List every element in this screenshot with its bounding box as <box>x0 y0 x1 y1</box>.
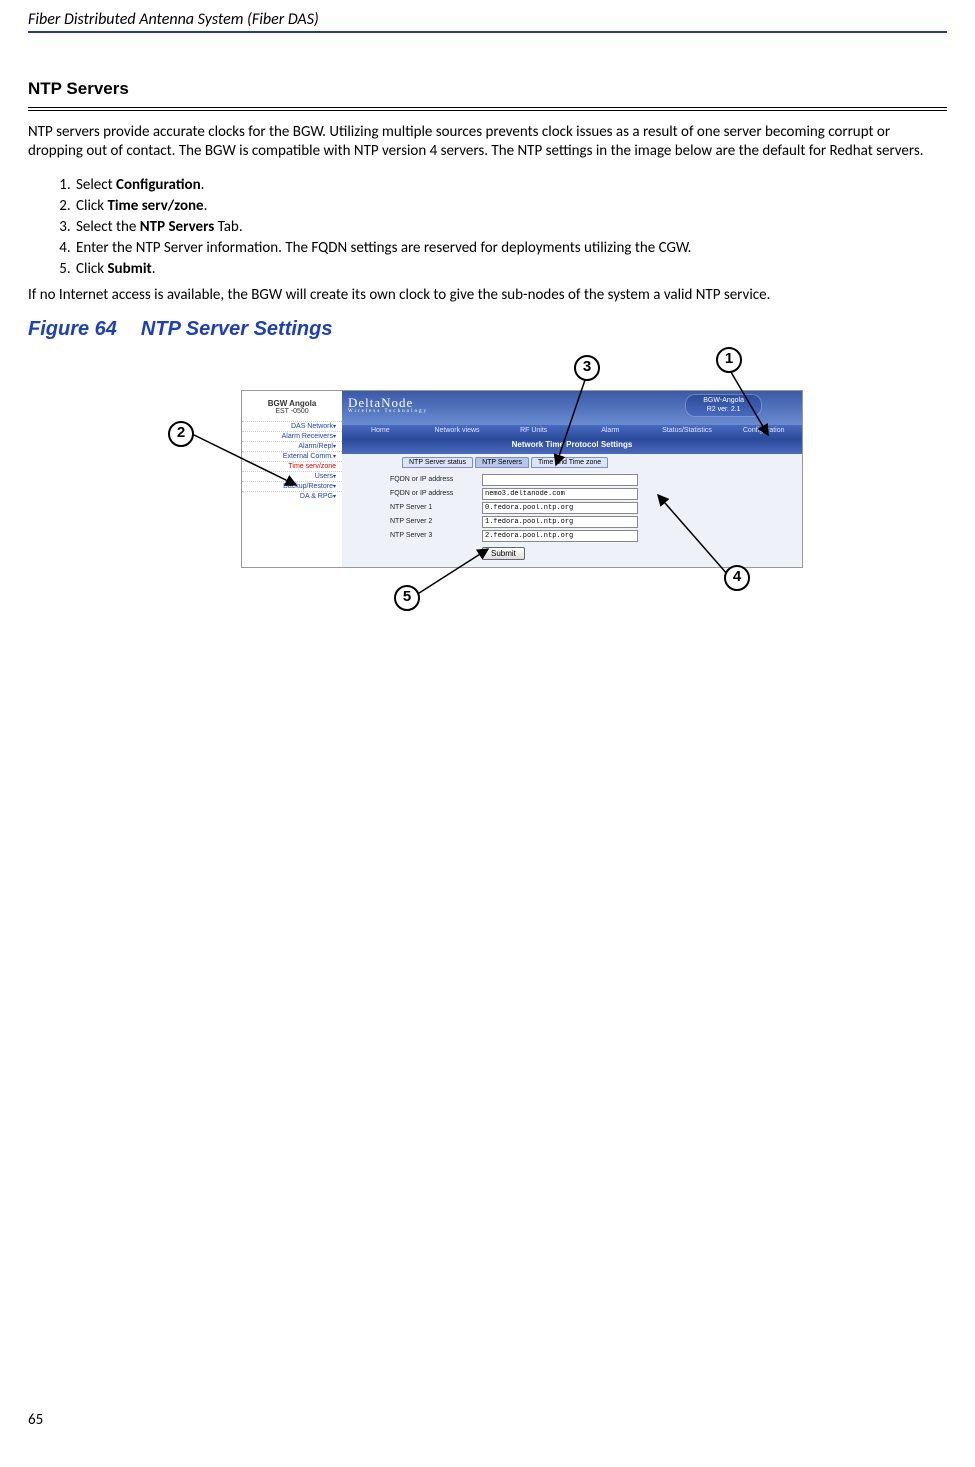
page-number: 65 <box>28 1411 43 1429</box>
logo: DeltaNode Wireless Technology <box>348 395 428 414</box>
step-1-bold: Configuration <box>116 176 201 194</box>
form-rows: FQDN or IP address FQDN or IP address NTP … <box>342 473 802 543</box>
figure-number: Figure 64 <box>28 318 117 340</box>
nav-tab[interactable]: Home <box>342 425 419 439</box>
device-title: BGW Angola <box>242 391 342 408</box>
form-row: NTP Server 2 <box>342 515 802 529</box>
step-2: Click Time serv/zone. <box>74 196 947 217</box>
steps-list: Select Configuration.Click Time serv/zon… <box>28 175 947 280</box>
form-row: FQDN or IP address <box>342 473 802 487</box>
left-menu-item[interactable]: DAS Network <box>242 421 342 431</box>
badge-top: BGW-Angola <box>703 397 744 405</box>
callout-3: 3 <box>574 355 600 381</box>
inner-tab[interactable]: NTP Servers <box>475 457 529 468</box>
form-input[interactable] <box>482 516 638 528</box>
form-input[interactable] <box>482 502 638 514</box>
nav-tab[interactable]: Alarm <box>572 425 649 439</box>
form-input[interactable] <box>482 488 638 500</box>
left-menu-item[interactable]: Alarm/Repl <box>242 441 342 451</box>
callout-4: 4 <box>724 565 750 591</box>
running-header: Fiber Distributed Antenna System (Fiber … <box>28 0 947 33</box>
chevron-down-icon <box>333 433 336 440</box>
chevron-down-icon <box>333 473 336 480</box>
main-nav: HomeNetwork viewsRF UnitsAlarmStatus/Sta… <box>342 425 802 439</box>
nav-tab[interactable]: RF Units <box>495 425 572 439</box>
step-5-bold: Submit <box>107 260 151 278</box>
form-input[interactable] <box>482 530 638 542</box>
chevron-down-icon <box>333 443 336 450</box>
callout-1: 1 <box>716 347 742 373</box>
step-4: Enter the NTP Server information. The FQ… <box>74 238 947 259</box>
screenshot-right-pane: DeltaNode Wireless Technology BGW-Angola… <box>342 391 802 567</box>
screenshot-left-pane: BGW Angola EST -0500 DAS NetworkAlarm Re… <box>242 391 342 567</box>
form-input[interactable] <box>482 474 638 486</box>
form-label: NTP Server 3 <box>390 532 482 539</box>
left-menu-item[interactable]: Alarm Receivers <box>242 431 342 441</box>
figure-caption: Figure 64 NTP Server Settings <box>28 318 947 341</box>
badge-bot: R2 ver. 2.1 <box>703 406 744 414</box>
step-5: Click Submit. <box>74 259 947 280</box>
form-row: FQDN or IP address <box>342 487 802 501</box>
left-menu-item[interactable]: Backup/Restore <box>242 481 342 491</box>
device-badge: BGW-Angola R2 ver. 2.1 <box>685 394 762 417</box>
step-1: Select Configuration. <box>74 175 947 196</box>
nav-tab[interactable]: Configuration <box>725 425 802 439</box>
logo-subtext: Wireless Technology <box>348 409 428 414</box>
after-steps-paragraph: If no Internet access is available, the … <box>28 286 947 305</box>
callout-5: 5 <box>394 585 420 611</box>
figure-64: 1 2 3 4 5 BGW Angola EST -0500 DAS Netwo… <box>148 347 878 607</box>
chevron-down-icon <box>333 453 336 460</box>
intro-paragraph: NTP servers provide accurate clocks for … <box>28 123 947 161</box>
device-tz: EST -0500 <box>242 408 342 421</box>
step-3: Select the NTP Servers Tab. <box>74 217 947 238</box>
inner-tab[interactable]: NTP Server status <box>402 457 473 468</box>
chevron-down-icon <box>333 483 336 490</box>
left-menu-item[interactable]: DA & RPG <box>242 491 342 501</box>
step-3-bold: NTP Servers <box>140 218 214 236</box>
nav-tab[interactable]: Network views <box>419 425 496 439</box>
callout-2: 2 <box>168 421 194 447</box>
figure-title: NTP Server Settings <box>141 318 333 340</box>
section-bar: Network Time Protocol Settings <box>342 439 802 454</box>
form-label: NTP Server 2 <box>390 518 482 525</box>
top-bar: DeltaNode Wireless Technology BGW-Angola… <box>342 391 802 425</box>
section-rule <box>28 107 947 111</box>
chevron-down-icon <box>333 493 336 500</box>
nav-tab[interactable]: Status/Statistics <box>649 425 726 439</box>
left-menu-item[interactable]: External Comm. <box>242 451 342 461</box>
screenshot: BGW Angola EST -0500 DAS NetworkAlarm Re… <box>242 391 802 567</box>
left-menu: DAS NetworkAlarm ReceiversAlarm/ReplExte… <box>242 421 342 501</box>
tab-row: NTP Server statusNTP ServersTime and Tim… <box>342 454 802 473</box>
inner-tab[interactable]: Time and Time zone <box>531 457 608 468</box>
left-menu-item[interactable]: Users <box>242 471 342 481</box>
form-label: NTP Server 1 <box>390 504 482 511</box>
left-menu-item[interactable]: Time serv/zone <box>242 461 342 471</box>
form-label: FQDN or IP address <box>390 476 482 483</box>
form-row: NTP Server 1 <box>342 501 802 515</box>
form-row: NTP Server 3 <box>342 529 802 543</box>
chevron-down-icon <box>333 423 336 430</box>
submit-button[interactable]: Submit <box>482 547 525 560</box>
logo-text: DeltaNode <box>348 395 413 410</box>
form-label: FQDN or IP address <box>390 490 482 497</box>
section-title: NTP Servers <box>28 79 947 103</box>
step-2-bold: Time serv/zone <box>107 197 203 215</box>
